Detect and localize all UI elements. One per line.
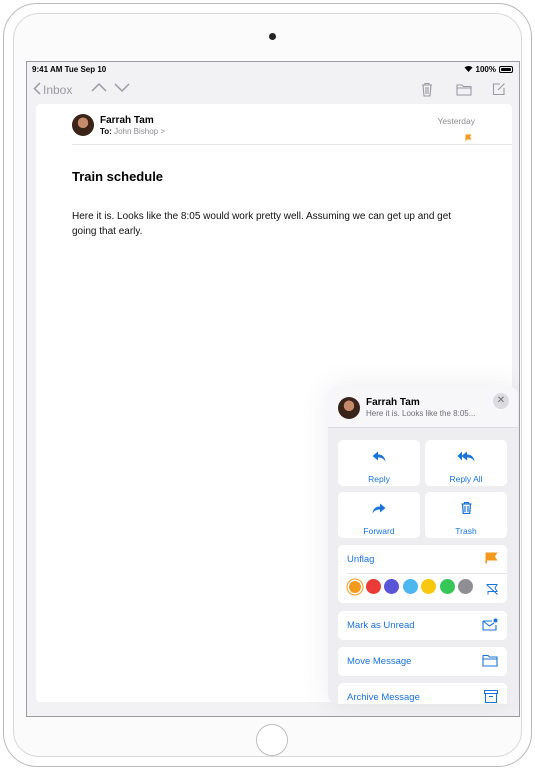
close-button[interactable]: ✕	[493, 393, 509, 409]
compose-icon[interactable]	[492, 82, 506, 96]
folder-icon	[482, 654, 498, 670]
unflag-button[interactable]: Unflag	[338, 545, 507, 574]
recipient-line[interactable]: To: John Bishop >	[100, 127, 165, 136]
flag-color-swatch[interactable]	[365, 579, 381, 594]
no-flag-icon[interactable]	[486, 582, 498, 600]
avatar	[338, 397, 360, 419]
battery-icon	[499, 66, 513, 73]
reply-all-icon	[425, 449, 507, 467]
to-label: To:	[100, 127, 112, 136]
message-date: Yesterday	[437, 116, 476, 126]
flag-color-picker	[347, 579, 473, 594]
flag-color-swatch[interactable]	[421, 579, 436, 594]
trash-icon[interactable]	[421, 82, 433, 97]
back-label: Inbox	[43, 83, 73, 97]
reply-all-label: Reply All	[449, 474, 483, 484]
envelope-badge-icon	[482, 618, 498, 634]
status-time: 9:41 AM Tue Sep 10	[32, 65, 107, 74]
flag-icon	[485, 552, 498, 567]
home-button[interactable]	[256, 724, 288, 756]
reply-all-button[interactable]: Reply All	[425, 440, 507, 486]
flag-color-swatch[interactable]	[458, 579, 473, 594]
trash-label: Trash	[455, 526, 477, 536]
unflag-label: Unflag	[347, 554, 375, 565]
flag-color-swatch[interactable]	[439, 579, 455, 594]
move-message-label: Move Message	[347, 656, 412, 667]
chevron-down-icon[interactable]	[114, 81, 130, 93]
mark-unread-button[interactable]: Mark as Unread	[338, 611, 507, 640]
back-button[interactable]: Inbox	[33, 82, 72, 98]
reply-button[interactable]: Reply	[338, 440, 420, 486]
sender-name[interactable]: Farrah Tam	[100, 115, 154, 126]
archive-icon	[483, 689, 499, 704]
forward-label: Forward	[363, 526, 395, 536]
archive-message-button[interactable]: Archive Message	[338, 683, 507, 704]
trash-icon	[425, 501, 507, 519]
flag-color-swatch[interactable]	[402, 579, 418, 594]
folder-icon[interactable]	[456, 83, 472, 96]
flag-color-swatch[interactable]	[384, 579, 399, 594]
flag-group: Unflag	[338, 545, 507, 603]
trash-button[interactable]: Trash	[425, 492, 507, 538]
archive-message-row: Archive Message	[338, 683, 507, 704]
forward-button[interactable]: Forward	[338, 492, 420, 538]
status-bar: 9:41 AM Tue Sep 10 100%	[27, 62, 519, 76]
row-divider	[347, 573, 507, 574]
archive-message-label: Archive Message	[347, 692, 420, 703]
forward-icon	[338, 501, 420, 519]
camera-icon	[269, 33, 276, 40]
move-message-row: Move Message	[338, 647, 507, 675]
move-message-button[interactable]: Move Message	[338, 647, 507, 676]
screen: 9:41 AM Tue Sep 10 100% Inbox Farrah Tam…	[26, 61, 520, 717]
popover-preview: Here it is. Looks like the 8:05...	[366, 409, 476, 418]
avatar[interactable]	[72, 114, 94, 136]
reply-label: Reply	[368, 474, 390, 484]
popover-header: Farrah Tam Here it is. Looks like the 8:…	[328, 386, 518, 428]
message-body: Here it is. Looks like the 8:05 would wo…	[72, 211, 452, 237]
chevron-up-icon[interactable]	[91, 81, 107, 93]
reply-icon	[338, 449, 420, 467]
flag-color-swatch[interactable]	[348, 580, 361, 593]
header-divider	[72, 144, 512, 145]
navigation-bar: Inbox	[27, 78, 519, 102]
recipient-name: John Bishop >	[114, 127, 166, 136]
status-indicators: 100%	[464, 65, 513, 74]
mark-unread-label: Mark as Unread	[347, 620, 415, 631]
message-view: Farrah Tam To: John Bishop > Yesterday T…	[36, 104, 518, 704]
popover-sender: Farrah Tam	[366, 397, 420, 408]
battery-percent: 100%	[475, 65, 496, 74]
chevron-left-icon	[33, 82, 41, 98]
message-subject: Train schedule	[72, 169, 164, 184]
message-actions-popover: Farrah Tam Here it is. Looks like the 8:…	[328, 386, 518, 704]
mark-unread-row: Mark as Unread	[338, 611, 507, 639]
close-icon: ✕	[496, 395, 506, 406]
wifi-icon	[464, 65, 473, 74]
